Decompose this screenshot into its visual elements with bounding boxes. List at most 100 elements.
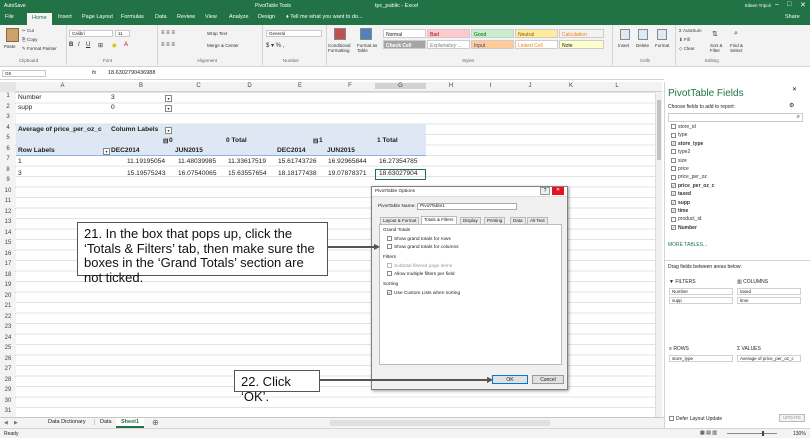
scroll-right-icon[interactable]: ▶ [14, 420, 18, 426]
row-header[interactable]: 26 [0, 355, 16, 366]
filter-dropdown-icon[interactable]: ▾ [165, 127, 172, 134]
fill-button[interactable]: ⬇ Fill [679, 37, 690, 43]
pivot-name-input[interactable]: PivotTable1 [417, 203, 517, 210]
row-header[interactable]: 3 [0, 114, 16, 124]
close-icon[interactable]: ✕ [800, 1, 806, 9]
sheet-tab-data-dictionary[interactable]: Data Dictionary [40, 419, 95, 425]
row-header[interactable]: 6 [0, 145, 16, 156]
delete-cells-button[interactable]: Delete [636, 43, 649, 48]
row-header[interactable]: 30 [0, 397, 16, 408]
field-item[interactable]: price [671, 166, 689, 172]
subtotal-filtered-checkbox[interactable]: Subtotal filtered page items [387, 263, 452, 269]
paste-icon[interactable] [6, 28, 19, 42]
fill-color-icon[interactable]: ◆ [112, 42, 117, 49]
row-header[interactable]: 24 [0, 334, 16, 345]
row-header[interactable]: 18 [0, 271, 16, 282]
style-neutral[interactable]: Neutral [515, 29, 558, 38]
row-header[interactable]: 5 [0, 135, 16, 145]
tab-display[interactable]: Display [460, 217, 481, 224]
name-box[interactable]: G8 [2, 70, 46, 77]
row-header[interactable]: 28 [0, 376, 16, 387]
field-item[interactable]: product_id [671, 216, 701, 222]
cell-e8[interactable]: 18.18177438 [278, 170, 317, 177]
column-field-taxed[interactable]: taxed [737, 288, 801, 295]
insert-cells-icon[interactable] [620, 29, 630, 40]
value-field-avg-price[interactable]: Average of price_per_oz_c [737, 355, 801, 362]
row-header[interactable]: 22 [0, 313, 16, 324]
wrap-text-button[interactable]: Wrap Text [207, 31, 227, 36]
currency-icon[interactable]: $ ▾ % , [266, 42, 284, 49]
row-header[interactable]: 23 [0, 324, 16, 334]
cell-d5[interactable]: 0 Total [226, 137, 247, 144]
cell-a2[interactable]: supp [18, 104, 32, 111]
sort-filter-icon[interactable]: ⇅ [712, 30, 718, 38]
field-item[interactable]: ✓ supp [671, 200, 690, 206]
row-field-store-type[interactable]: store_type [669, 355, 733, 362]
scroll-thumb[interactable] [657, 100, 661, 160]
formula-input[interactable]: 18.6302790436988 [108, 70, 155, 76]
style-normal[interactable]: Normal [383, 29, 426, 38]
style-calculation[interactable]: Calculation [559, 29, 604, 38]
field-item[interactable]: ✓ taxed [671, 191, 691, 197]
row-header[interactable]: 25 [0, 345, 16, 355]
tab-alt-text[interactable]: Alt Text [527, 217, 548, 224]
filter-field-number[interactable]: Number [669, 288, 733, 295]
underline-button[interactable]: U [86, 42, 90, 48]
multiple-filters-checkbox[interactable]: Allow multiple filters per field [387, 271, 455, 277]
tab-data[interactable]: Data [510, 217, 526, 224]
row-header[interactable]: 10 [0, 187, 16, 198]
close-icon[interactable]: ✕ [792, 86, 797, 93]
scroll-left-icon[interactable]: ◀ [4, 420, 8, 426]
more-tables-link[interactable]: MORE TABLES... [668, 242, 707, 248]
column-header[interactable]: D [224, 83, 275, 89]
custom-lists-checkbox[interactable]: ✓ Use Custom Lists when sorting [387, 290, 460, 296]
format-as-table-button[interactable]: Format as Table [357, 43, 379, 53]
field-item[interactable]: store_id [671, 124, 696, 130]
clear-button[interactable]: ◇ Clear [679, 46, 694, 52]
cell-b6[interactable]: DEC2014 [111, 147, 140, 154]
field-item[interactable]: ✓ store_type [671, 141, 703, 147]
update-button[interactable]: UPDATE [779, 414, 805, 422]
row-header[interactable]: 12 [0, 208, 16, 219]
column-header[interactable]: H [426, 83, 476, 89]
style-input[interactable]: Input [471, 40, 514, 49]
column-header[interactable]: G [375, 83, 426, 89]
cell-b1[interactable]: 3 [111, 94, 115, 101]
row-header[interactable]: 20 [0, 292, 16, 303]
field-item[interactable]: size [671, 158, 687, 164]
filter-field-supp[interactable]: supp [669, 297, 733, 304]
collapse-icon[interactable]: ⊟ [313, 137, 319, 145]
sheet-tab-sheet1[interactable]: Sheet1 [116, 418, 145, 428]
tab-data[interactable]: Data [155, 14, 167, 20]
cell-c5[interactable]: 0 [169, 137, 173, 144]
row-header[interactable]: 19 [0, 282, 16, 292]
autosave-label[interactable]: AutoSave [4, 3, 26, 9]
style-check-cell[interactable]: Check Cell [383, 40, 426, 49]
find-icon[interactable]: ⌕ [734, 30, 738, 38]
insert-cells-button[interactable]: Insert [618, 43, 629, 48]
column-header[interactable]: B [109, 83, 173, 89]
cell-b4[interactable]: Column Labels [111, 126, 158, 133]
column-header[interactable]: A [16, 83, 109, 89]
minimize-icon[interactable]: – [775, 1, 779, 8]
column-header[interactable]: F [325, 83, 375, 89]
cell-e6[interactable]: DEC2014 [277, 147, 306, 154]
cell-g7[interactable]: 16.27354785 [379, 158, 418, 165]
defer-layout-checkbox[interactable]: Defer Layout Update [669, 416, 722, 422]
tab-page-layout[interactable]: Page Layout [82, 14, 113, 20]
cell-a4[interactable]: Average of price_per_oz_c [18, 126, 102, 133]
cell-g5[interactable]: 1 Total [377, 137, 398, 144]
font-color-icon[interactable]: A [124, 42, 128, 48]
align-top-icon[interactable]: ≡ ≡ ≡ [161, 30, 175, 36]
field-item[interactable]: ✓ Number [671, 225, 697, 231]
style-note[interactable]: Note [559, 40, 604, 49]
column-header[interactable]: C [173, 83, 224, 89]
cell-b2[interactable]: 0 [111, 104, 115, 111]
cell-a6[interactable]: Row Labels [18, 147, 55, 154]
cell-e7[interactable]: 15.61743726 [278, 158, 317, 165]
cell-a1[interactable]: Number [18, 94, 41, 101]
style-good[interactable]: Good [471, 29, 514, 38]
tab-view[interactable]: View [205, 14, 217, 20]
add-sheet-icon[interactable]: ⊕ [152, 418, 159, 427]
row-header[interactable]: 8 [0, 166, 16, 177]
